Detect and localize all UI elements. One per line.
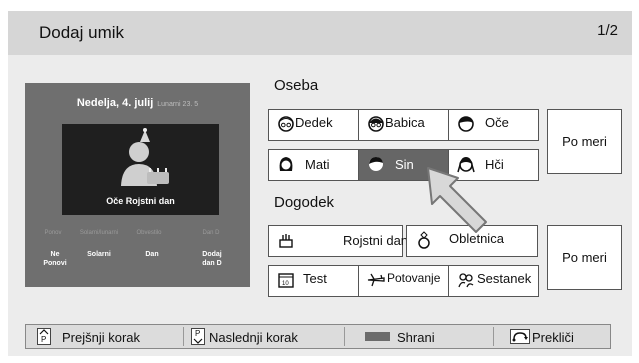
event-option-test[interactable]: 10 Test xyxy=(268,265,359,297)
mother-icon xyxy=(279,157,293,171)
people-icon xyxy=(458,273,474,288)
event-option-label: Sestanek xyxy=(477,271,532,286)
event-option-label: Potovanje xyxy=(387,271,441,285)
title-bar: Dodaj umik 1/2 xyxy=(8,11,632,55)
event-option-trip[interactable]: Potovanje xyxy=(358,265,449,297)
preview-image: Oče Rojstni dan xyxy=(62,124,219,215)
grandma-icon xyxy=(368,116,384,132)
person-option-label: Mati xyxy=(305,157,330,172)
son-icon xyxy=(369,157,383,171)
previous-step-button[interactable]: P Prejšnji korak xyxy=(26,325,183,348)
next-step-button[interactable]: P Naslednji korak xyxy=(184,325,344,348)
cancel-label: Prekliči xyxy=(532,330,574,345)
svg-text:P: P xyxy=(195,329,200,338)
save-button[interactable]: Shrani xyxy=(345,325,493,348)
grandpa-icon xyxy=(278,116,294,132)
save-label: Shrani xyxy=(397,330,435,345)
return-icon xyxy=(510,329,530,344)
svg-text:P: P xyxy=(41,335,46,344)
person-option-label: Sin xyxy=(395,157,414,172)
cancel-button[interactable]: Prekliči xyxy=(494,325,610,348)
next-step-label: Naslednji korak xyxy=(209,330,298,345)
person-option-label: Oče xyxy=(485,115,509,130)
person-option-label: Dedek xyxy=(295,115,333,130)
person-custom-button[interactable]: Po meri xyxy=(547,109,622,174)
value-notification: Dan xyxy=(145,251,159,258)
preview-lunar-date: Lunarni 23. 5 xyxy=(157,101,199,108)
p-key-down-icon: P xyxy=(191,328,205,345)
airplane-icon xyxy=(367,273,385,287)
event-custom-button[interactable]: Po meri xyxy=(547,225,622,290)
event-option-meeting[interactable]: Sestanek xyxy=(448,265,539,297)
reminder-preview-card: Nedelja, 4. julij Lunarni 23. 5 Oče Rojst… xyxy=(25,83,250,287)
person-heading: Oseba xyxy=(274,77,319,94)
pointer-arrow-icon xyxy=(427,167,487,233)
preview-date-text: Nedelja, 4. julij xyxy=(76,97,154,109)
label-notification: Obvestilo xyxy=(136,230,162,236)
cake-icon xyxy=(279,234,293,248)
event-heading: Dogodek xyxy=(274,194,335,211)
value-repeat: Ne Ponovi xyxy=(43,251,67,267)
value-dday: Dodaj dan D xyxy=(202,251,222,267)
p-key-up-icon: P xyxy=(37,328,51,345)
value-solar-lunar: Solarni xyxy=(87,251,111,258)
person-option-label: Babica xyxy=(385,115,425,130)
label-dday: Dan D xyxy=(202,230,220,236)
page-title: Dodaj umik xyxy=(39,23,125,42)
footer-bar: P Prejšnji korak P Naslednji korak Shran… xyxy=(25,324,611,349)
event-option-label: Rojstni dan xyxy=(343,233,409,248)
save-key-icon xyxy=(365,332,390,341)
preview-caption: Oče Rojstni dan xyxy=(106,196,175,206)
event-option-label: Test xyxy=(303,271,327,286)
label-repeat: Ponov xyxy=(44,230,62,236)
label-solar-lunar: Solarni/lunarni xyxy=(79,230,119,236)
previous-step-label: Prejšnji korak xyxy=(62,330,141,345)
calendar-icon: 10 xyxy=(278,273,294,288)
preview-date: Nedelja, 4. julij Lunarni 23. 5 xyxy=(25,97,250,109)
person-option-grandma[interactable]: Babica xyxy=(358,109,449,141)
person-option-father[interactable]: Oče xyxy=(448,109,539,141)
person-option-grandpa[interactable]: Dedek xyxy=(268,109,359,141)
person-option-mother[interactable]: Mati xyxy=(268,149,359,181)
event-option-birthday[interactable]: Rojstni dan xyxy=(268,225,408,257)
svg-text:10: 10 xyxy=(282,281,289,287)
father-icon xyxy=(458,116,474,132)
add-reminder-screen: Dodaj umik 1/2 Nedelja, 4. julij Lunarni … xyxy=(8,11,632,356)
birthday-person-icon xyxy=(121,128,169,186)
page-indicator: 1/2 xyxy=(597,22,618,39)
